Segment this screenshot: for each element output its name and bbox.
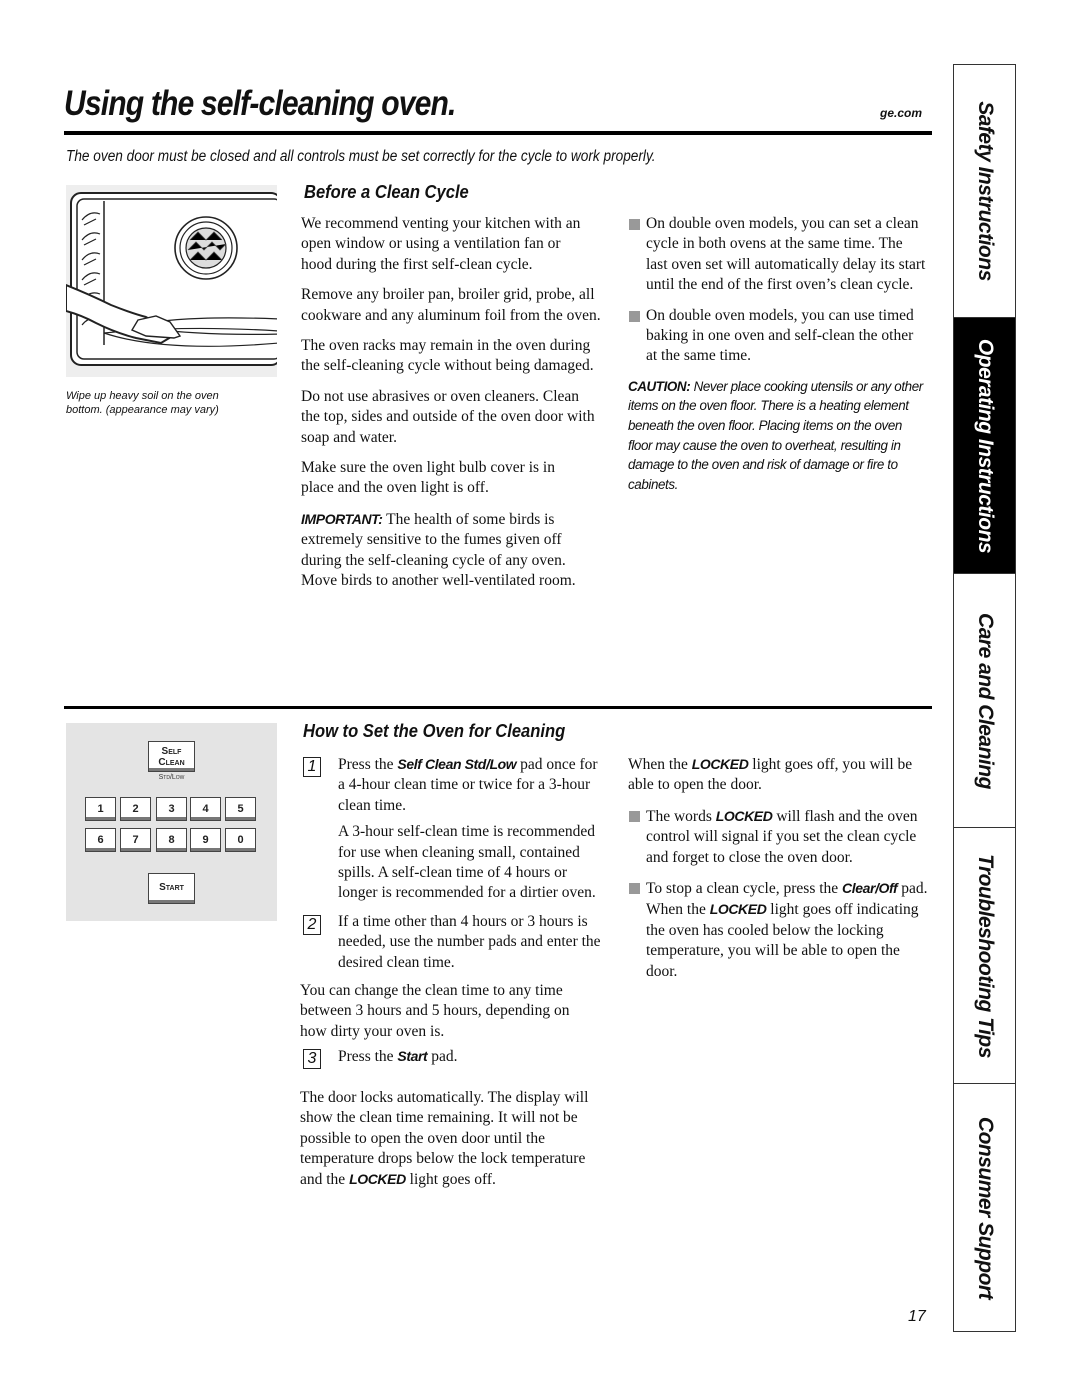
- title-divider: [64, 131, 932, 135]
- text: The words: [646, 807, 716, 825]
- when-locked-text: When the LOCKED light goes off, you will…: [628, 754, 933, 796]
- tab-label: Operating Instructions: [973, 338, 997, 553]
- bullet-square-icon: [629, 883, 640, 895]
- section-divider: [64, 706, 932, 709]
- locked-ref: LOCKED: [715, 807, 773, 824]
- paragraph: Make sure the oven light bulb cover is i…: [301, 459, 555, 497]
- bullet-text: On double oven models, you can set a cle…: [646, 215, 926, 294]
- number-pad-6[interactable]: 6: [85, 828, 116, 852]
- locked-ref: LOCKED: [349, 1171, 406, 1188]
- caution-note: CAUTION: Never place cooking utensils or…: [628, 377, 928, 495]
- self-clean-pad[interactable]: Self Clean: [148, 741, 195, 772]
- step-text: Press the: [338, 1048, 398, 1066]
- pad-label: Self: [161, 746, 182, 757]
- step-number: 2: [303, 914, 321, 935]
- step-note: A 3-hour self-clean time is recommended …: [338, 823, 596, 902]
- step-text: pad.: [427, 1048, 458, 1066]
- bullet-square-icon: [629, 810, 640, 822]
- number-pad-2[interactable]: 2: [120, 797, 151, 821]
- std-low-label: Std/Low: [158, 774, 185, 781]
- locked-ref: LOCKED: [691, 756, 749, 772]
- tab-label: Consumer Support: [973, 1116, 997, 1299]
- number-pad-7[interactable]: 7: [120, 828, 151, 852]
- tab-label: Care and Cleaning: [973, 612, 997, 789]
- tab-care-and-cleaning[interactable]: Care and Cleaning: [954, 574, 1015, 828]
- locked-column: When the LOCKED light goes off, you will…: [628, 754, 933, 992]
- door-locks-text: The door locks automatically. The displa…: [300, 1088, 608, 1191]
- bullet-item: To stop a clean cycle, press the Clear/O…: [628, 878, 933, 982]
- step-1: 1 Press the Self Clean Std/Low pad once …: [300, 754, 608, 904]
- how-to-heading: How to Set the Oven for Cleaning: [303, 721, 566, 741]
- start-pad[interactable]: Start: [148, 873, 195, 904]
- paragraph: The oven racks may remain in the oven du…: [301, 337, 594, 375]
- step-number: 3: [303, 1049, 321, 1070]
- tab-safety-instructions[interactable]: Safety Instructions: [954, 65, 1015, 318]
- step-2: 2 If a time other than 4 hours or 3 hour…: [300, 912, 608, 973]
- before-clean-heading: Before a Clean Cycle: [304, 182, 469, 202]
- step-number: 1: [303, 757, 321, 777]
- pad-label: Clean: [158, 757, 185, 768]
- number-pad-1[interactable]: 1: [85, 797, 116, 821]
- oven-illustration: [65, 185, 282, 377]
- intro-text: The oven door must be closed and all con…: [66, 148, 656, 165]
- step-3: 3 Press the Start pad.: [300, 1046, 608, 1070]
- bullet-item: The words LOCKED will flash and the oven…: [628, 806, 933, 868]
- section-tabs: Safety Instructions Operating Instructio…: [953, 64, 1016, 1332]
- clear-off-ref: Clear/Off: [842, 880, 898, 897]
- paragraph: Remove any broiler pan, broiler grid, pr…: [301, 286, 601, 324]
- caption-line: Wipe up heavy soil on the oven: [66, 390, 219, 402]
- control-panel-illustration: Self Clean Std/Low 1 2 3 4 5 6 7 8 9 0 S…: [66, 723, 277, 921]
- number-pad-4[interactable]: 4: [190, 797, 221, 821]
- caution-text: Never place cooking utensils or any othe…: [628, 378, 923, 492]
- number-pad-8[interactable]: 8: [156, 828, 187, 852]
- tab-troubleshooting-tips[interactable]: Troubleshooting Tips: [954, 828, 1015, 1084]
- tab-operating-instructions[interactable]: Operating Instructions: [954, 318, 1015, 574]
- caption-line: bottom. (appearance may vary): [66, 404, 219, 416]
- bullet-square-icon: [629, 310, 640, 322]
- how-to-column: 1 Press the Self Clean Std/Low pad once …: [300, 754, 608, 1201]
- page-title: Using the self-cleaning oven.: [64, 84, 456, 123]
- paragraph: We recommend venting your kitchen with a…: [301, 215, 581, 273]
- bullet-square-icon: [629, 219, 640, 230]
- bullet-item: On double oven models, you can set a cle…: [628, 214, 928, 296]
- before-clean-column: We recommend venting your kitchen with a…: [301, 214, 601, 602]
- number-pad-3[interactable]: 3: [156, 797, 187, 821]
- paragraph: Do not use abrasives or oven cleaners. C…: [301, 387, 595, 446]
- bullet-text: On double oven models, you can use timed…: [646, 306, 914, 365]
- site-link[interactable]: ge.com: [880, 106, 922, 120]
- number-pad-0[interactable]: 0: [225, 828, 256, 852]
- text: light goes off.: [405, 1171, 496, 1189]
- tab-label: Safety Instructions: [973, 101, 997, 281]
- page-number: 17: [908, 1308, 926, 1325]
- tab-label: Troubleshooting Tips: [973, 853, 997, 1058]
- oven-wipe-icon: [65, 185, 282, 377]
- double-oven-column: On double oven models, you can set a cle…: [628, 214, 928, 494]
- start-pad-ref: Start: [397, 1048, 428, 1065]
- number-pad-5[interactable]: 5: [225, 797, 256, 821]
- change-time-text: You can change the clean time to any tim…: [300, 982, 570, 1040]
- step-text: If a time other than 4 hours or 3 hours …: [338, 912, 601, 971]
- locked-ref: LOCKED: [709, 901, 767, 918]
- important-note: IMPORTANT: The health of some birds is e…: [301, 509, 601, 592]
- self-clean-pad-ref: Self Clean Std/Low: [397, 756, 517, 772]
- important-label: IMPORTANT:: [301, 510, 383, 527]
- text: To stop a clean cycle, press the: [646, 880, 843, 898]
- step-text: Press the: [338, 756, 398, 773]
- tab-consumer-support[interactable]: Consumer Support: [954, 1084, 1015, 1331]
- bullet-item: On double oven models, you can use timed…: [628, 306, 928, 367]
- figure-caption: Wipe up heavy soil on the oven bottom. (…: [66, 389, 281, 417]
- text: When the: [628, 756, 692, 773]
- caution-label: CAUTION:: [628, 378, 691, 394]
- number-pad-9[interactable]: 9: [190, 828, 221, 852]
